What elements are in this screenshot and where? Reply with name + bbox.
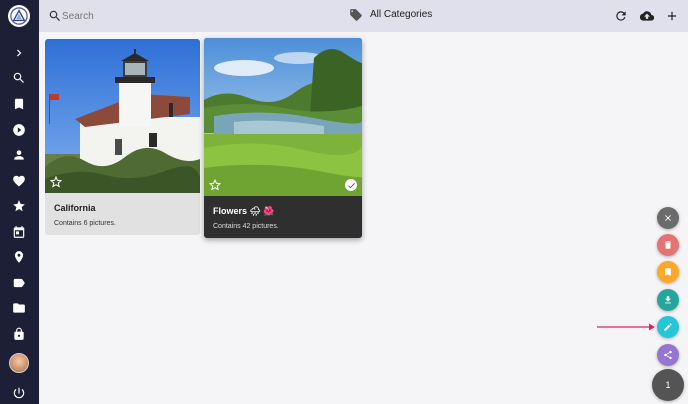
sidebar-item-starred[interactable] xyxy=(9,196,29,216)
album-count: Contains 6 pictures. xyxy=(54,220,116,227)
album-cover-pond xyxy=(204,38,362,196)
star-icon xyxy=(13,200,25,212)
bookmark-icon xyxy=(665,268,671,276)
annotation-arrow xyxy=(597,323,655,331)
cloud-upload-icon xyxy=(640,11,654,21)
search-icon xyxy=(13,72,24,83)
share-button[interactable] xyxy=(657,344,679,366)
search-input[interactable] xyxy=(62,6,242,26)
download-button[interactable] xyxy=(657,289,679,311)
album-count: Contains 42 pictures. xyxy=(213,223,279,230)
upload-button[interactable] xyxy=(639,8,655,24)
calendar-icon xyxy=(13,226,25,238)
play-icon xyxy=(13,124,25,136)
reload-button[interactable] xyxy=(613,8,629,24)
album-cover-lighthouse xyxy=(45,39,200,193)
avatar[interactable] xyxy=(9,353,29,373)
selection-count-button[interactable]: 1 xyxy=(652,369,684,401)
location-pin-icon xyxy=(14,251,24,263)
sidebar-item-calendar[interactable] xyxy=(9,222,29,242)
selected-check-icon[interactable] xyxy=(345,179,357,191)
album-card[interactable]: California Contains 6 pictures. xyxy=(45,39,200,235)
tag-icon xyxy=(350,9,362,21)
sidebar-item-places[interactable] xyxy=(9,247,29,267)
album-card-selected[interactable]: Flowers 🌧 🌺 Contains 42 pictures. xyxy=(204,38,362,238)
sidebar-item-private[interactable] xyxy=(9,324,29,344)
edit-button[interactable] xyxy=(657,316,679,338)
sidebar-item-people[interactable] xyxy=(9,145,29,165)
close-selection-button[interactable] xyxy=(657,207,679,229)
heart-icon xyxy=(13,175,25,187)
category-select[interactable]: All Categories xyxy=(370,9,432,20)
sidebar-item-folders[interactable] xyxy=(9,298,29,318)
logout-button[interactable] xyxy=(9,383,29,403)
favorite-star-icon[interactable] xyxy=(50,176,62,188)
toolbar: All Categories xyxy=(39,0,688,32)
search-icon xyxy=(49,10,60,21)
favorite-star-icon[interactable] xyxy=(209,179,221,191)
bookmark-icon xyxy=(14,98,24,110)
share-icon xyxy=(664,350,672,360)
expand-sidebar-button[interactable] xyxy=(9,43,29,63)
sidebar-item-videos[interactable] xyxy=(9,120,29,140)
refresh-icon xyxy=(616,11,626,21)
delete-icon xyxy=(665,241,671,249)
label-icon xyxy=(13,278,25,288)
close-icon xyxy=(665,215,671,221)
chevron-right-icon xyxy=(17,49,22,57)
delete-button[interactable] xyxy=(657,234,679,256)
download-icon xyxy=(665,296,671,304)
power-icon xyxy=(13,387,25,399)
album-title: Flowers 🌧 🌺 xyxy=(213,206,275,216)
edit-icon xyxy=(664,323,672,331)
album-title: California xyxy=(54,203,96,213)
add-button[interactable] xyxy=(664,8,680,24)
plus-icon xyxy=(667,11,677,21)
lock-icon xyxy=(14,327,24,340)
sidebar-item-favorites[interactable] xyxy=(9,171,29,191)
person-icon xyxy=(14,150,24,160)
app-logo[interactable] xyxy=(8,5,30,27)
sidebar-item-labels[interactable] xyxy=(9,273,29,293)
sidebar-item-search[interactable] xyxy=(9,68,29,88)
sidebar xyxy=(0,0,39,404)
bookmark-button[interactable] xyxy=(657,261,679,283)
folder-icon xyxy=(13,303,25,313)
sidebar-item-bookmarks[interactable] xyxy=(9,94,29,114)
